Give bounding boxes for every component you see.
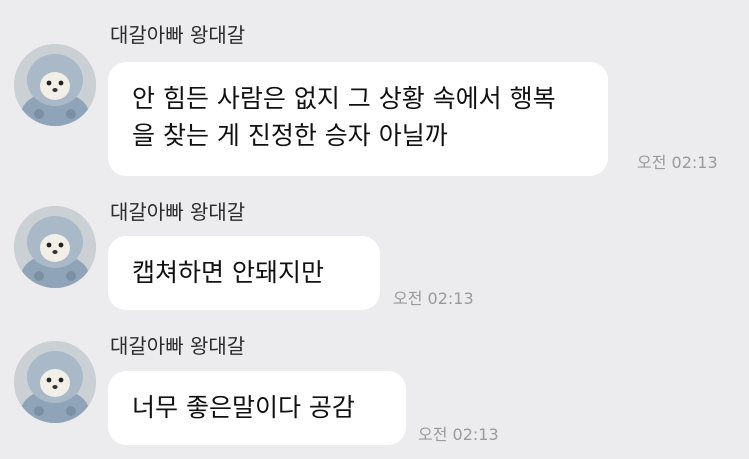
dog-avatar-icon (14, 206, 96, 288)
sender-avatar[interactable] (14, 206, 96, 288)
chat-message: 대갈아빠 왕대갈 너무 좋은말이다 공감 오전 02:13 (0, 333, 749, 453)
chat-message: 대갈아빠 왕대갈 안 힘든 사람은 없지 그 상황 속에서 행복 을 찾는 게 … (0, 22, 749, 182)
sender-avatar[interactable] (14, 44, 96, 126)
message-bubble[interactable]: 너무 좋은말이다 공감 (108, 371, 406, 445)
chat-message: 대갈아빠 왕대갈 캡쳐하면 안돼지만 오전 02:13 (0, 199, 749, 319)
message-timestamp: 오전 02:13 (418, 425, 499, 444)
message-text-line: 을 찾는 게 진정한 승자 아닐까 (132, 121, 448, 150)
chat-window: 대갈아빠 왕대갈 안 힘든 사람은 없지 그 상황 속에서 행복 을 찾는 게 … (0, 0, 749, 459)
sender-name: 대갈아빠 왕대갈 (110, 334, 246, 358)
message-bubble[interactable]: 캡쳐하면 안돼지만 (108, 236, 380, 310)
dog-avatar-icon (14, 44, 96, 126)
sender-name: 대갈아빠 왕대갈 (110, 23, 246, 47)
sender-avatar[interactable] (14, 341, 96, 423)
message-bubble[interactable]: 안 힘든 사람은 없지 그 상황 속에서 행복 을 찾는 게 진정한 승자 아닐… (108, 62, 608, 176)
message-text: 너무 좋은말이다 공감 (132, 393, 355, 422)
sender-name: 대갈아빠 왕대갈 (110, 200, 246, 224)
message-timestamp: 오전 02:13 (393, 289, 474, 308)
dog-avatar-icon (14, 341, 96, 423)
message-text: 캡쳐하면 안돼지만 (132, 258, 324, 287)
message-text-line: 안 힘든 사람은 없지 그 상황 속에서 행복 (132, 84, 556, 113)
message-timestamp: 오전 02:13 (637, 153, 718, 172)
